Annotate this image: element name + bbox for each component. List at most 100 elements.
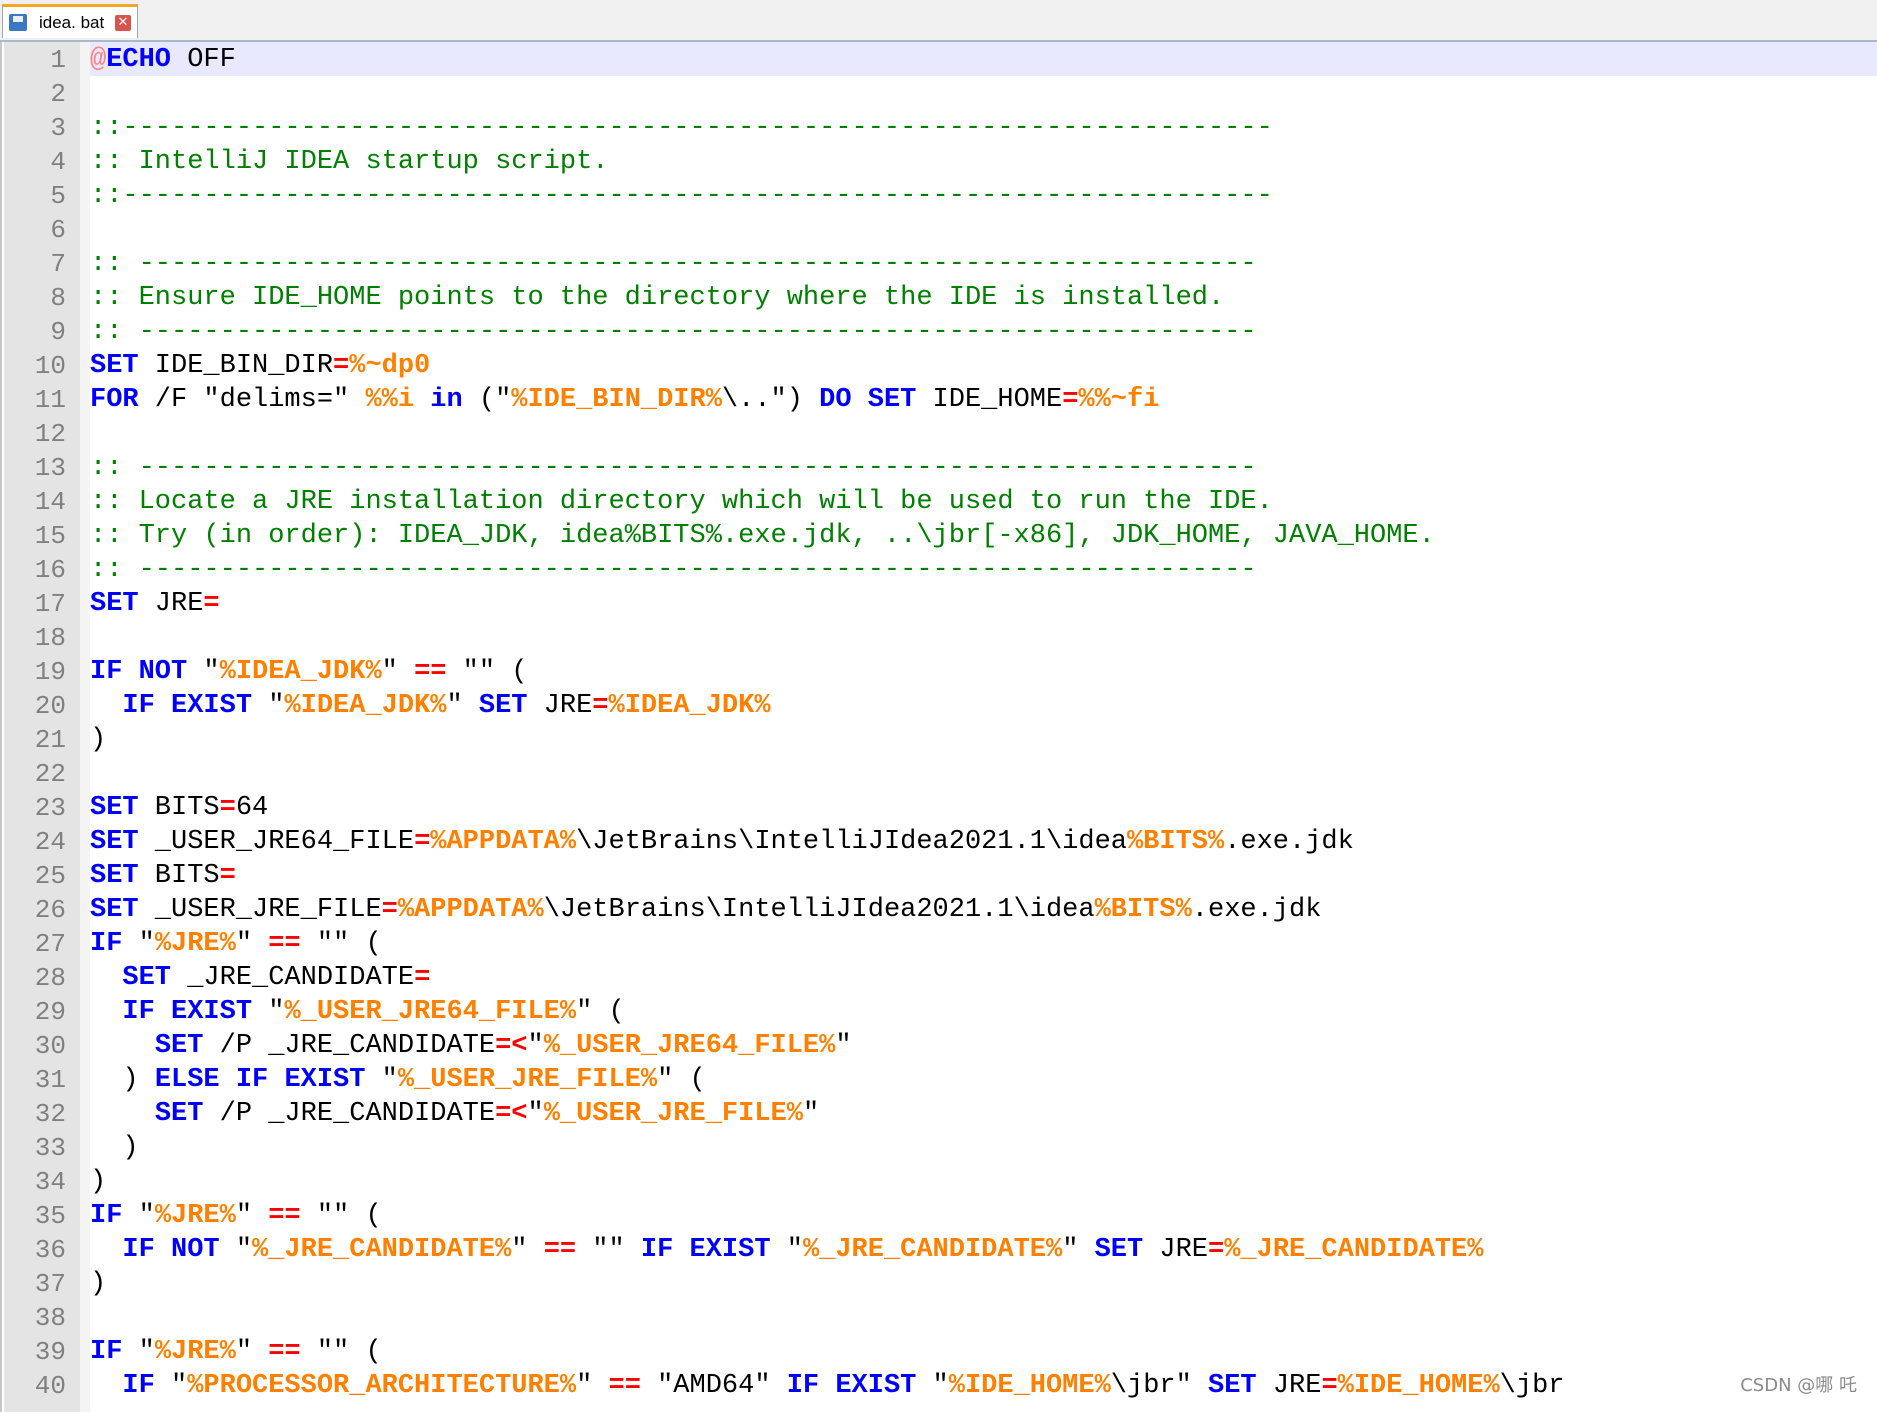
variable-token: %_USER_JRE64_FILE%: [284, 997, 577, 1027]
keyword-token: IF: [122, 1371, 155, 1401]
code-text: :: Locate a JRE installation directory w…: [90, 487, 1273, 517]
code-line[interactable]: 2: [2, 76, 1877, 110]
code-line[interactable]: 32 SET /P _JRE_CANDIDATE=<"%_USER_JRE_FI…: [2, 1096, 1877, 1130]
code-text: SET _JRE_CANDIDATE=: [90, 963, 430, 993]
operator-token: =: [381, 895, 398, 925]
code-line[interactable]: 15:: Try (in order): IDEA_JDK, idea%BITS…: [2, 518, 1877, 552]
operator-token: =: [333, 351, 350, 381]
code-text: IF "%JRE%" == "" (: [90, 1201, 382, 1231]
code-line[interactable]: 23 SET BITS=64: [2, 790, 1877, 824]
code-line[interactable]: 29 IF EXIST "%_USER_JRE64_FILE%" (: [2, 994, 1877, 1028]
line-number: 24: [34, 827, 66, 857]
code-line[interactable]: 30 SET /P _JRE_CANDIDATE=<"%_USER_JRE64_…: [2, 1028, 1877, 1062]
code-line[interactable]: 39 IF "%JRE%" == "" (: [2, 1334, 1877, 1368]
code-line[interactable]: 21): [2, 722, 1877, 756]
operator-token: =: [414, 827, 431, 857]
variable-token: %IDEA_JDK%: [284, 691, 447, 721]
comment-token: ::--------------------------------------…: [90, 113, 1273, 143]
keyword-token: ELSE: [154, 1065, 220, 1095]
code-line[interactable]: 4:: IntelliJ IDEA startup script.: [2, 144, 1877, 178]
code-line[interactable]: 7:: ------------------------------------…: [2, 246, 1877, 280]
code-line[interactable]: 33 ): [2, 1130, 1877, 1164]
code-line[interactable]: 12: [2, 416, 1877, 450]
code-line[interactable]: 17 SET JRE=: [2, 586, 1877, 620]
code-line[interactable]: 3::-------------------------------------…: [2, 110, 1877, 144]
line-number: 18: [34, 623, 66, 653]
keyword-token: SET: [1208, 1371, 1257, 1401]
code-line[interactable]: 16:: -----------------------------------…: [2, 552, 1877, 586]
text-token: 64: [235, 793, 269, 823]
code-line[interactable]: 13:: -----------------------------------…: [2, 450, 1877, 484]
text-token: ": [122, 929, 155, 959]
code-line[interactable]: 38: [2, 1300, 1877, 1334]
save-icon: [9, 14, 27, 31]
code-line[interactable]: 35 IF "%JRE%" == "" (: [2, 1198, 1877, 1232]
operator-token: =: [592, 691, 609, 721]
text-token: ": [235, 1337, 269, 1367]
text-token: _USER_JRE64_FILE: [138, 827, 415, 857]
code-line[interactable]: 9:: ------------------------------------…: [2, 314, 1877, 348]
code-text: IF "%JRE%" == "" (: [90, 1337, 382, 1367]
code-line[interactable]: 24 SET _USER_JRE64_FILE=%APPDATA%\JetBrai…: [2, 824, 1877, 858]
code-line[interactable]: 28 SET _JRE_CANDIDATE=: [2, 960, 1877, 994]
code-line[interactable]: 8:: Ensure IDE_HOME points to the direct…: [2, 280, 1877, 314]
code-editor[interactable]: 1 @ECHO OFF 2 3::--------------------------…: [0, 42, 1877, 1412]
code-line[interactable]: 34): [2, 1164, 1877, 1198]
tab-idea-bat[interactable]: idea. bat ✕: [2, 4, 138, 38]
keyword-token: NOT: [171, 1235, 220, 1265]
line-number: 12: [34, 419, 66, 449]
code-line[interactable]: 31 ) ELSE IF EXIST "%_USER_JRE_FILE%" (: [2, 1062, 1877, 1096]
line-number: 25: [34, 861, 66, 891]
operator-token: =: [219, 861, 236, 891]
variable-token: %PROCESSOR_ARCHITECTURE%: [187, 1371, 577, 1401]
line-number: 1: [50, 45, 66, 75]
code-text: ::--------------------------------------…: [90, 181, 1273, 211]
text-token: ": [916, 1371, 949, 1401]
line-number: 35: [34, 1201, 66, 1231]
comment-token: :: Ensure IDE_HOME points to the directo…: [90, 283, 1225, 313]
close-icon[interactable]: ✕: [115, 15, 131, 31]
code-line[interactable]: 36 IF NOT "%_JRE_CANDIDATE%" == "" IF EX…: [2, 1232, 1877, 1266]
keyword-token: SET: [90, 351, 139, 381]
code-line[interactable]: 6: [2, 212, 1877, 246]
code-line[interactable]: 18: [2, 620, 1877, 654]
code-line[interactable]: 22: [2, 756, 1877, 790]
line-number: 26: [34, 895, 66, 925]
code-text: ) ELSE IF EXIST "%_USER_JRE_FILE%" (: [90, 1065, 705, 1095]
code-line[interactable]: 26 SET _USER_JRE_FILE=%APPDATA%\JetBrains…: [2, 892, 1877, 926]
code-line[interactable]: 5::-------------------------------------…: [2, 178, 1877, 212]
variable-token: %%i: [365, 385, 415, 415]
line-number: 7: [50, 249, 66, 279]
code-line[interactable]: 37): [2, 1266, 1877, 1300]
line-number: 38: [34, 1303, 66, 1333]
text-token: ": [365, 1065, 398, 1095]
text-token: OFF: [171, 45, 236, 75]
line-number: 10: [34, 351, 66, 381]
code-line[interactable]: 27 IF "%JRE%" == "" (: [2, 926, 1877, 960]
code-text: @ECHO OFF: [90, 45, 236, 75]
text-token: ": [1062, 1235, 1095, 1265]
text-token: ": [154, 1371, 188, 1401]
keyword-token: SET: [90, 589, 139, 619]
code-line[interactable]: 10 SET IDE_BIN_DIR=%~dp0: [2, 348, 1877, 382]
code-line[interactable]: 14:: Locate a JRE installation directory…: [2, 484, 1877, 518]
text-token: .exe.jdk: [1191, 895, 1322, 925]
text-token: /P _JRE_CANDIDATE: [203, 1031, 496, 1061]
keyword-token: SET: [867, 385, 917, 415]
code-line[interactable]: 20 IF EXIST "%IDEA_JDK%" SET JRE=%IDEA_J…: [2, 688, 1877, 722]
current-line-highlight: [90, 42, 1877, 76]
code-line[interactable]: 19 IF NOT "%IDEA_JDK%" == "" (: [2, 654, 1877, 688]
comment-token: :: -------------------------------------…: [90, 317, 1257, 347]
variable-token: %APPDATA%: [397, 895, 544, 925]
keyword-token: in: [430, 385, 463, 415]
code-line[interactable]: 25 SET BITS=: [2, 858, 1877, 892]
code-line[interactable]: 40 IF "%PROCESSOR_ARCHITECTURE%" == "AMD…: [2, 1368, 1877, 1402]
code-line[interactable]: 1 @ECHO OFF: [2, 42, 1877, 76]
variable-token: %_JRE_CANDIDATE%: [1224, 1235, 1484, 1265]
code-line[interactable]: 11 FOR /F "delims=" %%i in ("%IDE_BIN_DIR…: [2, 382, 1877, 416]
